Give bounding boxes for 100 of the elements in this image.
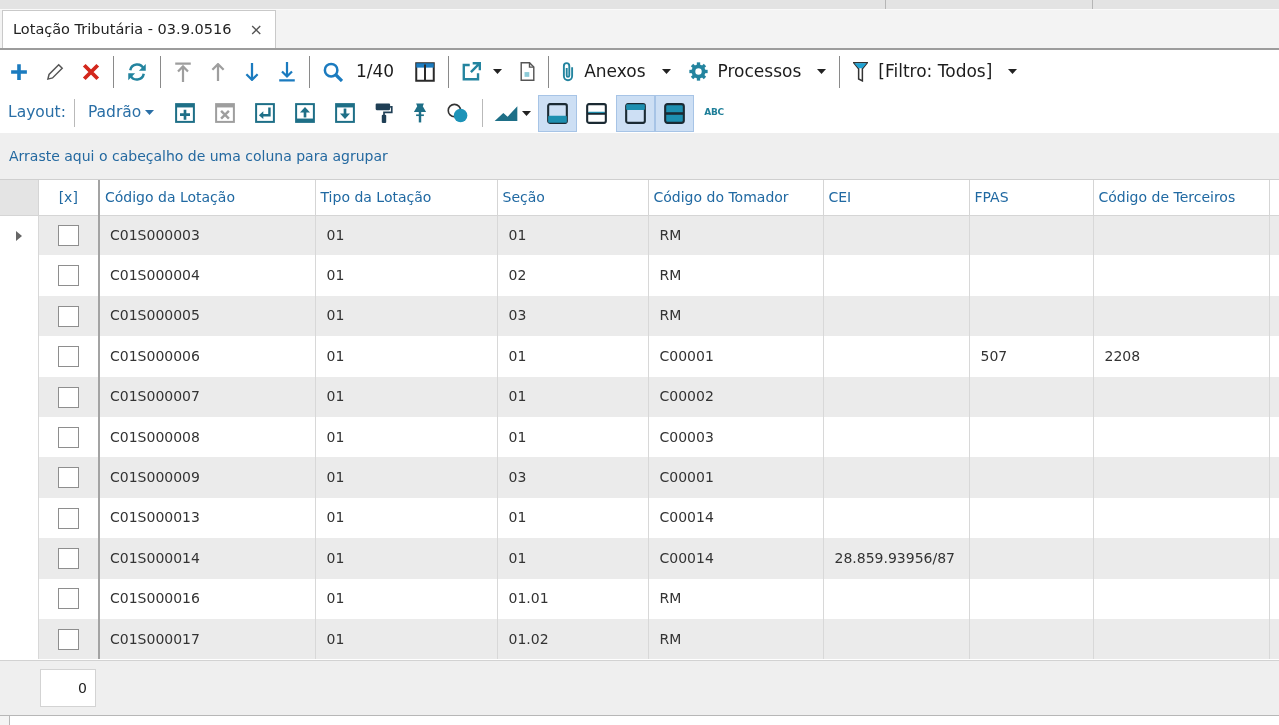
caret-icon [145, 110, 155, 116]
band-toggle-button[interactable] [655, 94, 695, 132]
arrow-up-square-icon [295, 103, 316, 123]
row-checkbox[interactable] [57, 548, 79, 570]
refresh-icon [127, 61, 147, 82]
gear-icon [688, 62, 708, 81]
column-header[interactable]: Seção [497, 180, 648, 215]
caret-icon [817, 69, 827, 74]
column-header[interactable]: FPAS [969, 180, 1093, 215]
filter-menu-button[interactable]: [Filtro: Todos] [844, 56, 1027, 87]
table-cell: C01S000014 [99, 538, 315, 579]
table-cell: RM [648, 255, 823, 296]
processes-menu-button[interactable]: Processos [679, 57, 836, 86]
paperclip-icon [562, 61, 575, 82]
table-cell: 01 [497, 336, 648, 377]
group-by-hint: Arraste aqui o cabeçalho de uma coluna para agrupar [9, 146, 388, 166]
caret-icon [1008, 69, 1018, 74]
panel-bottom-icon [547, 102, 569, 124]
row-checkbox[interactable] [57, 507, 79, 529]
columns-icon [415, 61, 436, 82]
record-counter: 1/40 [355, 59, 396, 83]
funnel-icon [853, 61, 869, 82]
table-cell: 01.01 [497, 578, 648, 619]
table-cell: 507 [969, 336, 1093, 377]
row-checkbox[interactable] [57, 628, 79, 650]
table-cell: 01 [315, 538, 497, 579]
table-cell: 02 [497, 255, 648, 296]
column-header[interactable]: Tipo da Lotação [315, 180, 497, 215]
caret-icon [522, 110, 532, 116]
column-header[interactable]: Código de Terceiros [1093, 180, 1269, 215]
column-header[interactable]: Código do Tomador [648, 180, 823, 215]
table-cell: C01S000006 [99, 336, 315, 377]
arrow-up-icon [210, 62, 226, 81]
table-cell: RM [648, 618, 823, 660]
summary-field: 0 [40, 669, 96, 707]
column-header[interactable]: Código da Lotação [99, 180, 315, 215]
table-cell: C00014 [648, 538, 823, 579]
table-cell: 01.02 [497, 618, 648, 660]
caret-icon [493, 69, 503, 74]
table-cell: RM [648, 578, 823, 619]
table-row[interactable]: C01S000003 01 01 RM [0, 215, 1279, 256]
area-chart-icon [494, 105, 519, 121]
table-cell: 01 [315, 578, 497, 619]
layout-label: Layout: [7, 102, 67, 124]
split-panel-icon [586, 102, 608, 124]
table-cell: C01S000016 [99, 578, 315, 619]
table-cell: C00001 [648, 457, 823, 498]
attachments-menu-button[interactable]: Anexos [553, 56, 680, 87]
row-checkbox[interactable] [57, 346, 79, 368]
export-icon [462, 62, 482, 81]
table-cell: 01 [497, 538, 648, 579]
table-cell: 28.859.93956/87 [823, 538, 969, 579]
row-checkbox[interactable] [57, 305, 79, 327]
row-checkbox[interactable] [57, 588, 79, 610]
table-cell: C00001 [648, 336, 823, 377]
table-cell: C00002 [648, 376, 823, 417]
caret-icon [661, 69, 671, 74]
table-cell: 03 [497, 457, 648, 498]
row-checkbox[interactable] [57, 386, 79, 408]
table-cell: 01 [315, 255, 497, 296]
spell-check-button[interactable]: ABC [694, 103, 734, 123]
arrow-to-bottom-icon [278, 61, 296, 82]
return-arrow-square-icon [255, 103, 276, 123]
column-header[interactable]: CEI [823, 180, 969, 215]
close-tab-button[interactable]: × [247, 21, 265, 38]
table-cell: 01 [315, 376, 497, 417]
table-cell: C01S000017 [99, 618, 315, 660]
row-checkbox[interactable] [57, 426, 79, 448]
pencil-icon [46, 62, 64, 81]
table-cell: 2208 [1093, 336, 1269, 377]
arrow-to-top-icon [174, 61, 192, 82]
document-icon [520, 62, 536, 81]
arrow-down-square-icon [335, 103, 356, 123]
horizontal-scrollbar[interactable] [0, 715, 1279, 725]
search-icon [323, 61, 343, 82]
table-cell: C01S000004 [99, 255, 315, 296]
cross-icon [82, 62, 100, 81]
column-header[interactable]: [x] [38, 180, 99, 215]
layout-dropdown[interactable]: Padrão [78, 99, 166, 127]
header-toggle-button[interactable] [616, 94, 656, 132]
table-cell: 01 [315, 618, 497, 660]
panel-bands-icon [664, 102, 686, 124]
arrow-down-icon [244, 62, 260, 81]
x-square-icon [215, 103, 236, 123]
paint-roller-icon [375, 103, 394, 123]
table-cell: 01 [315, 336, 497, 377]
table-cell: 01 [315, 457, 497, 498]
panel-top-icon [625, 102, 647, 124]
table-cell: C01S000007 [99, 376, 315, 417]
table-cell: C01S000009 [99, 457, 315, 498]
plus-icon [10, 62, 28, 81]
table-cell: 01 [497, 376, 648, 417]
pin-icon [413, 103, 428, 123]
footer-toggle-button[interactable] [538, 94, 578, 132]
document-tab[interactable]: Lotação Tributária - 03.9.0516 × [2, 10, 276, 48]
row-checkbox[interactable] [57, 225, 79, 247]
overlapping-circles-icon [447, 103, 469, 123]
plus-square-icon [175, 103, 196, 123]
row-checkbox[interactable] [57, 265, 79, 287]
row-checkbox[interactable] [57, 467, 79, 489]
